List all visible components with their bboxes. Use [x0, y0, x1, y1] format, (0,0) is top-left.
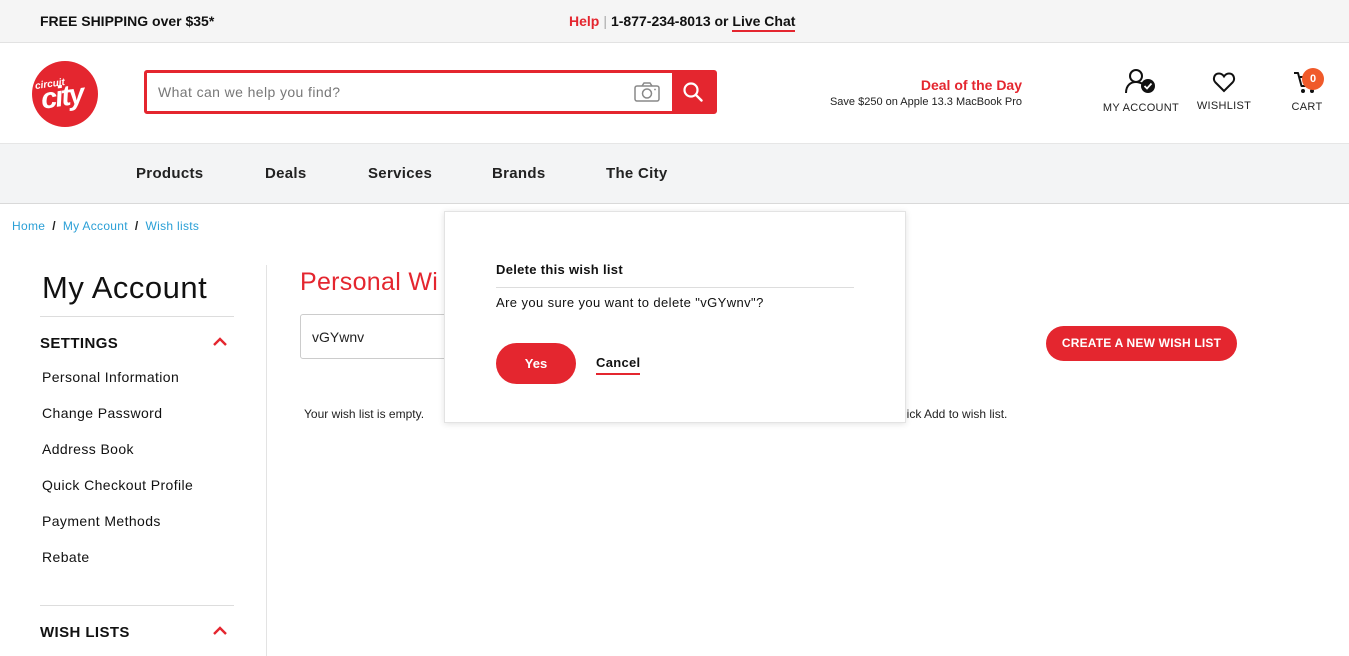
sidebar-item-address-book[interactable]: Address Book: [42, 441, 134, 457]
empty-wishlist-hint: lick Add to wish list.: [904, 407, 1008, 421]
account-icon: [1125, 69, 1155, 94]
promo-bar: FREE SHIPPING over $35* Help | 1-877-234-8…: [0, 0, 1349, 43]
nav-item-products[interactable]: Products: [136, 165, 203, 182]
cart-count-badge: 0: [1302, 68, 1324, 90]
main-nav: Products Deals Services Brands The City: [0, 143, 1349, 204]
sidebar-title: My Account: [42, 270, 208, 305]
deal-subtitle: Save $250 on Apple 13.3 MacBook Pro: [829, 96, 1022, 108]
breadcrumb-wish-lists[interactable]: Wish lists: [146, 219, 200, 233]
page-title: Personal Wi: [300, 268, 439, 296]
dialog-message: Are you sure you want to delete "vGYwnv"…: [496, 295, 764, 310]
deal-of-the-day[interactable]: Deal of the Day Save $250 on Apple 13.3 …: [808, 77, 1022, 108]
sidebar-item-rebate[interactable]: Rebate: [42, 549, 90, 565]
sidebar-item-quick-checkout[interactable]: Quick Checkout Profile: [42, 477, 193, 493]
my-account-label: MY ACCOUNT: [1102, 102, 1180, 114]
deal-title: Deal of the Day: [920, 77, 1022, 93]
wishlist-select[interactable]: vGYwnv: [300, 314, 460, 359]
sidebar-item-payment-methods[interactable]: Payment Methods: [42, 513, 161, 529]
search-bar: [144, 70, 717, 114]
sidebar-divider: [40, 605, 234, 606]
search-icon: [683, 82, 703, 102]
breadcrumb-separator: /: [52, 219, 56, 233]
search-input[interactable]: [147, 73, 633, 111]
dialog-divider: [496, 287, 854, 288]
help-link[interactable]: Help: [569, 13, 599, 29]
sidebar-border: [266, 265, 267, 656]
cart-label: CART: [1291, 101, 1323, 113]
dialog-title: Delete this wish list: [496, 262, 623, 277]
search-button[interactable]: [672, 73, 714, 111]
help-separator: |: [603, 13, 607, 29]
nav-item-the-city[interactable]: The City: [606, 165, 668, 182]
nav-item-deals[interactable]: Deals: [265, 165, 307, 182]
logo-city-text: city: [38, 78, 85, 116]
circuit-city-logo[interactable]: circuit city: [32, 61, 98, 127]
empty-wishlist-text: Your wish list is empty.: [304, 407, 425, 421]
free-shipping-text: FREE SHIPPING over $35*: [40, 13, 215, 29]
live-chat-link[interactable]: Live Chat: [732, 13, 796, 32]
breadcrumb: Home / My Account / Wish lists: [12, 219, 199, 233]
nav-item-services[interactable]: Services: [368, 165, 432, 182]
wish-lists-heading[interactable]: WISH LISTS: [40, 624, 130, 641]
phone-number: 1-877-234-8013 or: [610, 13, 729, 29]
breadcrumb-my-account[interactable]: My Account: [63, 219, 128, 233]
delete-wishlist-dialog: Delete this wish list Are you sure you w…: [444, 211, 906, 423]
settings-heading[interactable]: SETTINGS: [40, 335, 118, 352]
create-wish-list-button[interactable]: CREATE A NEW WISH LIST: [1046, 326, 1237, 361]
my-account-button[interactable]: MY ACCOUNT: [1098, 68, 1184, 114]
wishlist-label: WISHLIST: [1196, 100, 1252, 112]
sidebar-item-change-password[interactable]: Change Password: [42, 405, 162, 421]
site-header: circuit city Deal of the Day Save $250 o…: [0, 43, 1349, 143]
yes-button[interactable]: Yes: [496, 343, 576, 384]
chevron-up-icon[interactable]: [212, 626, 228, 636]
heart-icon: [1212, 72, 1236, 93]
sidebar-item-personal-information[interactable]: Personal Information: [42, 369, 179, 385]
chevron-up-icon[interactable]: [212, 337, 228, 347]
help-contact: Help | 1-877-234-8013 or Live Chat: [569, 13, 796, 32]
breadcrumb-separator: /: [134, 219, 139, 233]
nav-item-brands[interactable]: Brands: [492, 165, 545, 182]
breadcrumb-home[interactable]: Home: [12, 219, 45, 233]
sidebar-divider: [40, 316, 234, 317]
cancel-button[interactable]: Cancel: [596, 355, 641, 375]
camera-icon[interactable]: [634, 82, 660, 102]
wishlist-button[interactable]: WISHLIST: [1192, 70, 1256, 112]
